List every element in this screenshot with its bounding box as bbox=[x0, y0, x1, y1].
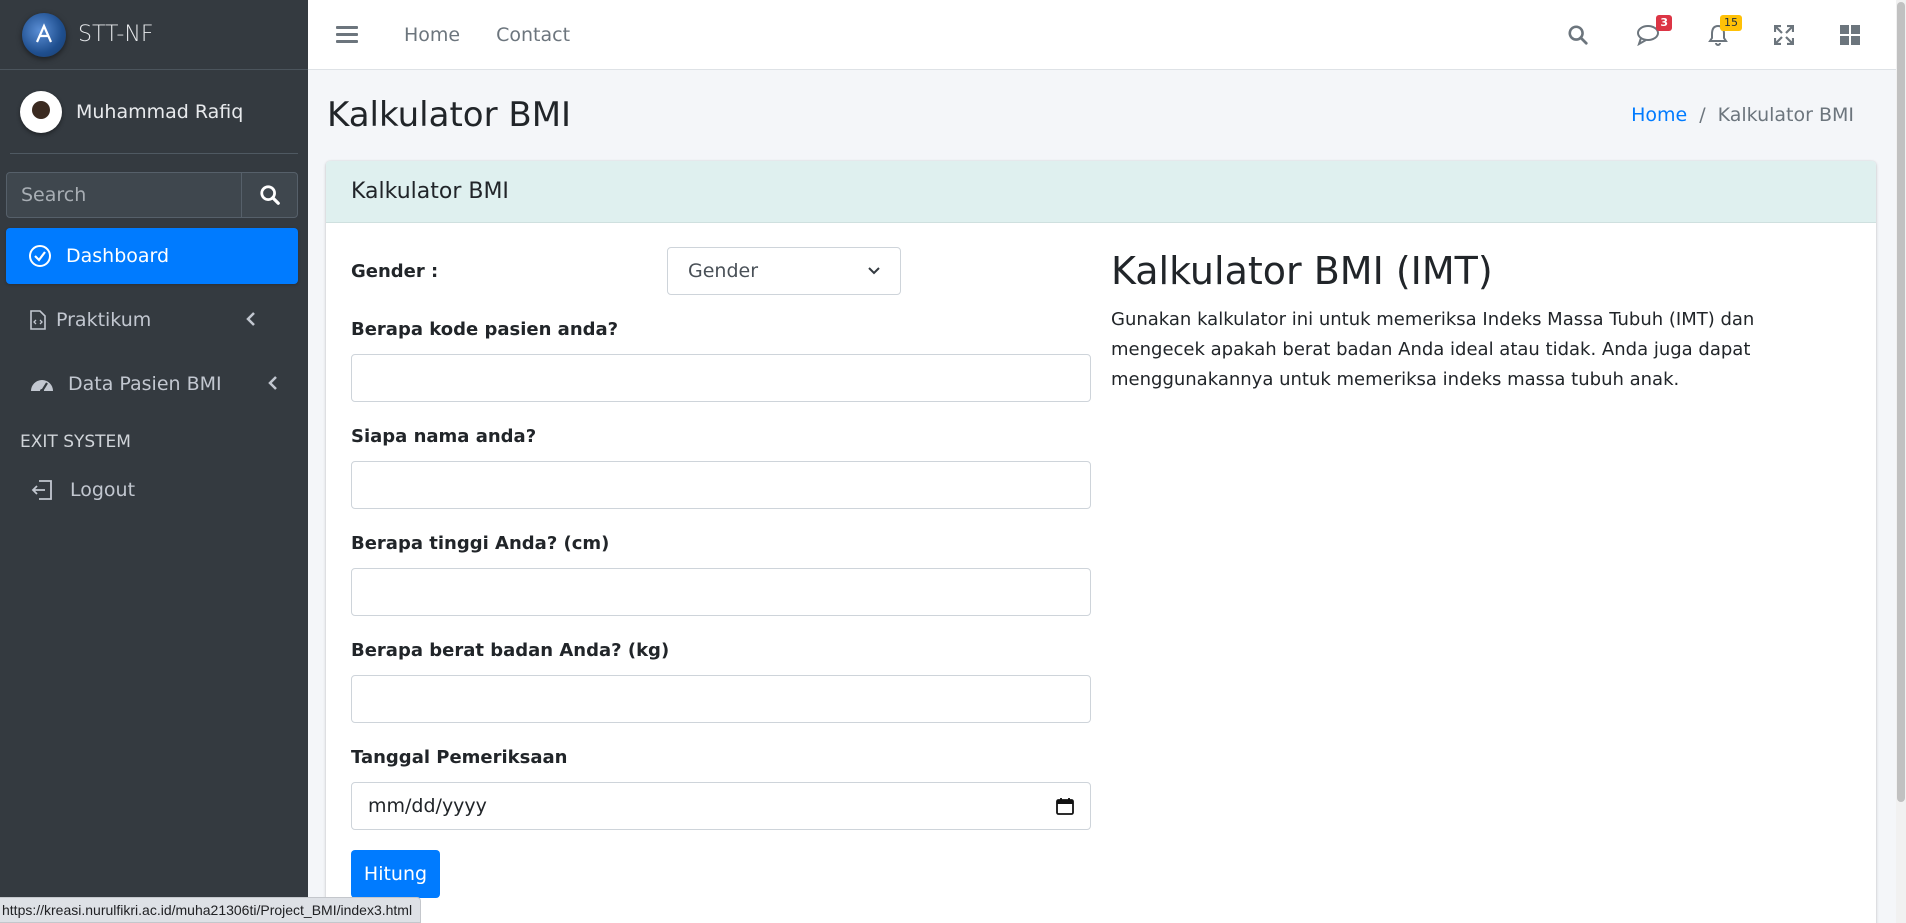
logout-icon bbox=[28, 480, 56, 500]
sidebar-search-input[interactable] bbox=[7, 173, 241, 217]
sidebar-item-label: Praktikum bbox=[56, 309, 152, 331]
breadcrumb: Home / Kalkulator BMI bbox=[1631, 104, 1854, 126]
status-bar-url: https://kreasi.nurulfikri.ac.id/muha2130… bbox=[0, 897, 422, 923]
berat-input[interactable] bbox=[351, 675, 1091, 723]
sidebar-item-praktikum[interactable]: Praktikum bbox=[6, 292, 298, 348]
gender-select[interactable]: Gender bbox=[667, 247, 901, 295]
messages-icon[interactable]: 3 bbox=[1636, 14, 1672, 47]
hitung-button[interactable]: Hitung bbox=[351, 850, 440, 898]
tanggal-placeholder: mm/dd/yyyy bbox=[368, 795, 487, 817]
user-panel[interactable]: Muhammad Rafiq bbox=[10, 70, 298, 154]
sidebar-nav: Dashboard Praktikum Data Pasien BMI EXIT… bbox=[0, 228, 308, 514]
bmi-form: Gender : Gender Berapa kode pasien anda?… bbox=[351, 247, 1091, 898]
sidebar-item-label: Data Pasien BMI bbox=[68, 373, 222, 395]
brand-logo-icon bbox=[22, 12, 66, 57]
tanggal-label: Tanggal Pemeriksaan bbox=[351, 747, 568, 768]
sidebar: STT-NF Muhammad Rafiq Dashboard Praktiku… bbox=[0, 0, 308, 923]
search-icon bbox=[259, 185, 280, 205]
info-title: Kalkulator BMI (IMT) bbox=[1111, 249, 1493, 293]
gender-label: Gender : bbox=[351, 260, 439, 282]
sidebar-item-dashboard[interactable]: Dashboard bbox=[6, 228, 298, 284]
info-text: Gunakan kalkulator ini untuk memeriksa I… bbox=[1111, 309, 1755, 390]
tanggal-date-input[interactable]: mm/dd/yyyy bbox=[351, 782, 1091, 830]
gender-select-value: Gender bbox=[688, 260, 759, 282]
fullscreen-icon[interactable] bbox=[1772, 23, 1796, 47]
kode-pasien-input[interactable] bbox=[351, 354, 1091, 402]
sidebar-section-header: EXIT SYSTEM bbox=[20, 432, 131, 452]
brand-link[interactable]: STT-NF bbox=[0, 0, 308, 70]
page-title: Kalkulator BMI bbox=[327, 95, 572, 135]
bmi-card: Kalkulator BMI Gender : Gender Berapa ko… bbox=[326, 161, 1876, 923]
kode-pasien-label: Berapa kode pasien anda? bbox=[351, 319, 619, 340]
sidebar-search bbox=[6, 172, 298, 218]
sidebar-item-label: Dashboard bbox=[66, 245, 170, 267]
avatar bbox=[20, 90, 62, 133]
card-title: Kalkulator BMI bbox=[326, 161, 1876, 223]
bmi-info: Kalkulator BMI (IMT) Gunakan kalkulator … bbox=[1111, 247, 1851, 395]
top-navbar: Home Contact 3 15 bbox=[308, 0, 1896, 70]
nama-input[interactable] bbox=[351, 461, 1091, 509]
tinggi-label: Berapa tinggi Anda? (cm) bbox=[351, 533, 610, 554]
grid-icon[interactable] bbox=[1838, 23, 1862, 47]
bell-icon[interactable]: 15 bbox=[1706, 14, 1742, 47]
tachometer-icon bbox=[28, 373, 56, 395]
sidebar-item-label: Logout bbox=[70, 479, 136, 501]
nama-label: Siapa nama anda? bbox=[351, 426, 537, 447]
notifications-badge: 15 bbox=[1720, 14, 1742, 31]
breadcrumb-current: Kalkulator BMI bbox=[1717, 104, 1854, 126]
check-circle-icon bbox=[26, 244, 54, 268]
brand-text: STT-NF bbox=[78, 22, 154, 47]
sidebar-item-data-pasien-bmi[interactable]: Data Pasien BMI bbox=[6, 356, 298, 412]
breadcrumb-separator: / bbox=[1699, 104, 1706, 126]
user-name[interactable]: Muhammad Rafiq bbox=[76, 101, 243, 123]
file-code-icon bbox=[28, 310, 48, 330]
nav-link-home[interactable]: Home bbox=[404, 24, 460, 46]
calendar-icon[interactable] bbox=[1056, 797, 1074, 815]
tinggi-input[interactable] bbox=[351, 568, 1091, 616]
page-scrollbar[interactable] bbox=[1896, 0, 1906, 923]
sidebar-search-button[interactable] bbox=[241, 173, 297, 217]
chevron-left-icon bbox=[268, 373, 278, 395]
chevron-left-icon bbox=[246, 309, 256, 331]
breadcrumb-home-link[interactable]: Home bbox=[1631, 104, 1687, 126]
nav-link-contact[interactable]: Contact bbox=[496, 24, 570, 46]
chevron-down-icon bbox=[868, 267, 880, 275]
messages-badge: 3 bbox=[1656, 14, 1672, 31]
content-header: Kalkulator BMI Home / Kalkulator BMI bbox=[308, 70, 1886, 160]
berat-label: Berapa berat badan Anda? (kg) bbox=[351, 640, 670, 661]
sidebar-item-logout[interactable]: Logout bbox=[6, 466, 298, 514]
search-icon[interactable] bbox=[1566, 23, 1590, 47]
hamburger-menu-icon[interactable] bbox=[336, 22, 358, 47]
